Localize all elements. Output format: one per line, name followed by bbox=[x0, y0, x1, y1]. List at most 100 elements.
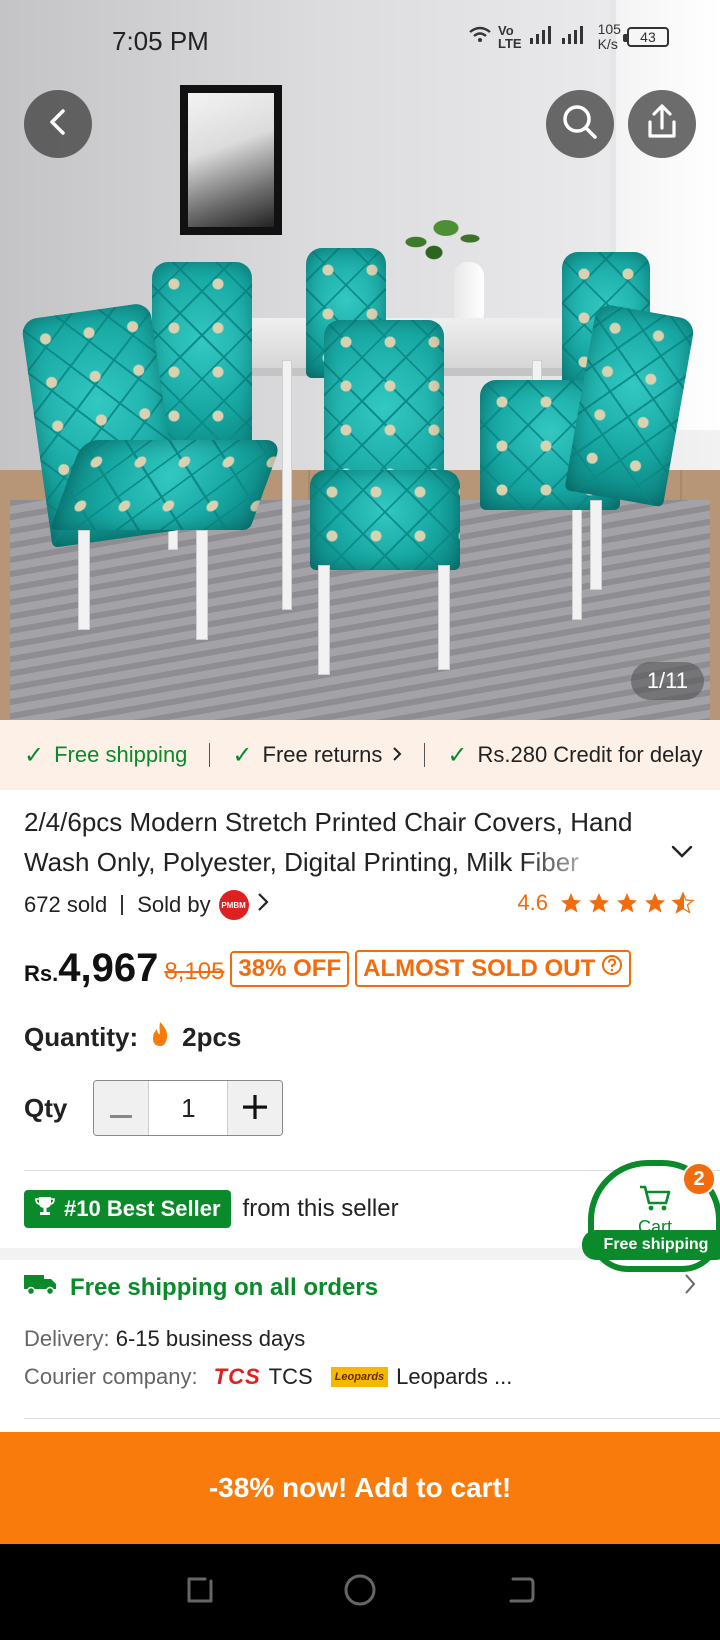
tcs-logo: TCS bbox=[213, 1364, 261, 1389]
share-button[interactable] bbox=[628, 90, 696, 158]
promo-free-shipping[interactable]: ✓ Free shipping bbox=[24, 741, 187, 770]
expand-title-button[interactable] bbox=[670, 844, 694, 865]
quantity-label: Quantity: bbox=[24, 1022, 139, 1052]
courier-info: Courier company: TCS TCS Leopards Leopar… bbox=[24, 1364, 512, 1390]
leopards-logo: Leopards bbox=[330, 1367, 389, 1387]
sold-count: 672 sold bbox=[24, 892, 108, 917]
home-icon[interactable] bbox=[342, 1572, 378, 1613]
chevron-right-icon[interactable] bbox=[257, 892, 269, 918]
promo-delay-credit[interactable]: ✓ Rs.280 Credit for delay bbox=[447, 741, 702, 770]
data-speed: 105 K/s bbox=[598, 22, 621, 52]
courier-label: Courier company: bbox=[24, 1364, 198, 1389]
best-seller-label: #10 Best Seller bbox=[64, 1196, 221, 1221]
chair-leg bbox=[590, 500, 602, 590]
divider bbox=[424, 743, 426, 767]
chair-seat bbox=[310, 470, 460, 570]
chevron-right-icon bbox=[684, 1273, 696, 1302]
discount-label: 38% OFF bbox=[238, 954, 342, 982]
divider bbox=[24, 1418, 720, 1419]
speed-unit: K/s bbox=[597, 36, 618, 52]
stock-badge[interactable]: ALMOST SOLD OUT bbox=[355, 950, 632, 987]
discount-badge: 38% OFF bbox=[230, 950, 350, 987]
back-nav-icon[interactable] bbox=[503, 1573, 537, 1612]
shipping-row[interactable]: Free shipping on all orders bbox=[24, 1272, 696, 1303]
promo-label: Free shipping bbox=[54, 742, 188, 767]
rating-stars bbox=[558, 891, 696, 915]
chair-seat bbox=[49, 440, 283, 530]
divider bbox=[209, 743, 211, 767]
sold-by-label: Sold by bbox=[137, 892, 211, 917]
best-seller-badge: #10 Best Seller bbox=[24, 1190, 231, 1228]
promo-label: Free returns bbox=[262, 742, 383, 767]
search-icon bbox=[560, 102, 600, 147]
network-type: Vo LTE bbox=[498, 24, 522, 50]
wall-picture bbox=[180, 85, 282, 235]
promo-label: Rs.280 Credit for delay bbox=[477, 742, 703, 767]
product-image[interactable] bbox=[0, 0, 720, 720]
network-bottom-label: LTE bbox=[498, 36, 522, 51]
seller-logo[interactable]: PMBM bbox=[218, 890, 249, 920]
star-icon bbox=[589, 893, 609, 913]
star-half-icon bbox=[671, 891, 695, 914]
qty-label: Qty bbox=[24, 1092, 68, 1123]
star-icon bbox=[617, 893, 637, 913]
image-counter: 1/11 bbox=[630, 662, 704, 700]
quantity-stepper[interactable]: 1 bbox=[93, 1080, 284, 1136]
rating-value: 4.6 bbox=[517, 890, 548, 915]
cart-icon bbox=[638, 1184, 672, 1217]
decrease-button[interactable] bbox=[94, 1081, 149, 1135]
currency-label: Rs. bbox=[24, 960, 59, 986]
cart-free-shipping: Free shipping bbox=[582, 1230, 720, 1260]
add-to-cart-button[interactable]: -38% now! Add to cart! bbox=[0, 1432, 720, 1544]
rating[interactable]: 4.6 bbox=[517, 890, 696, 916]
battery-level: 43 bbox=[640, 29, 656, 45]
back-arrow-icon bbox=[45, 107, 71, 142]
minus-icon bbox=[110, 1089, 133, 1128]
quantity-info: Quantity: 2pcs bbox=[24, 1020, 241, 1055]
price-row: Rs. 4,967 8,105 38% OFF ALMOST SOLD OUT bbox=[24, 946, 637, 991]
promo-strip[interactable]: ✓ Free shipping ✓ Free returns ✓ Rs.280 … bbox=[0, 720, 720, 790]
quantity-value: 2pcs bbox=[182, 1022, 242, 1052]
chair-leg bbox=[318, 565, 330, 675]
shipping-title: Free shipping on all orders bbox=[70, 1273, 379, 1301]
star-icon bbox=[561, 893, 581, 913]
signal-icon bbox=[528, 24, 592, 50]
share-icon bbox=[643, 102, 681, 147]
cart-count-badge: 2 bbox=[682, 1162, 716, 1196]
sold-row: 672 sold Sold by PMBM bbox=[24, 890, 269, 920]
star-icon bbox=[645, 893, 665, 913]
original-price: 8,105 bbox=[164, 957, 225, 985]
courier-name: TCS bbox=[268, 1364, 313, 1389]
chair-leg bbox=[438, 565, 450, 670]
battery-icon: 43 bbox=[622, 27, 669, 47]
trophy-icon bbox=[34, 1195, 56, 1223]
cart-button[interactable]: Cart 2 Free shipping bbox=[582, 1160, 720, 1272]
recents-icon[interactable] bbox=[183, 1573, 217, 1612]
quantity-input[interactable]: 1 bbox=[148, 1081, 229, 1135]
status-time: 7:05 PM bbox=[112, 26, 209, 56]
promo-free-returns[interactable]: ✓ Free returns bbox=[232, 741, 402, 770]
title-fade bbox=[520, 842, 660, 884]
divider bbox=[121, 895, 124, 915]
truck-icon bbox=[24, 1272, 58, 1303]
delivery-value: 6-15 business days bbox=[115, 1326, 306, 1351]
stock-label: ALMOST SOLD OUT bbox=[363, 954, 596, 982]
delivery-label: Delivery: bbox=[24, 1326, 110, 1351]
table-leg bbox=[282, 360, 292, 610]
back-button[interactable] bbox=[24, 90, 92, 158]
plus-icon bbox=[243, 1089, 268, 1128]
status-icons: Vo LTE 105 K/s 43 bbox=[468, 22, 669, 52]
system-nav-bar bbox=[0, 1544, 720, 1640]
plant bbox=[380, 200, 500, 270]
check-icon: ✓ bbox=[447, 741, 468, 769]
flame-icon bbox=[148, 1020, 172, 1055]
qty-row: Qty 1 bbox=[24, 1080, 284, 1136]
increase-button[interactable] bbox=[228, 1081, 283, 1135]
best-seller-row[interactable]: #10 Best Seller from this seller bbox=[24, 1190, 399, 1228]
vase bbox=[454, 262, 484, 322]
speed-value: 105 bbox=[597, 21, 621, 37]
courier-name: Leopards ... bbox=[396, 1364, 513, 1389]
check-icon: ✓ bbox=[232, 741, 253, 769]
search-button[interactable] bbox=[546, 90, 614, 158]
help-icon bbox=[601, 954, 623, 983]
